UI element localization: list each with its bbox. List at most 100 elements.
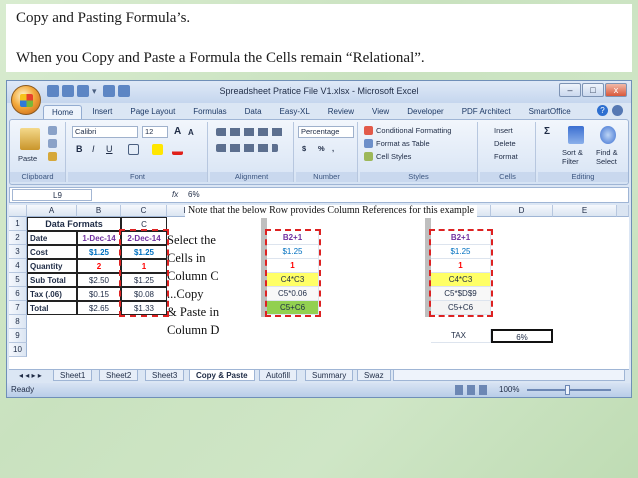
sort-filter-button[interactable]: Sort & Filter [562,148,590,166]
number-format-select[interactable]: Percentage [298,126,354,138]
col-header-right-e[interactable]: E [553,205,617,217]
paste-button[interactable]: Paste [18,154,37,163]
sheet-tab-2[interactable]: Sheet2 [99,370,139,381]
cell-a5[interactable]: Sub Total [27,273,77,287]
underline-button[interactable]: U [106,144,113,154]
cell-a3[interactable]: Cost [27,245,77,259]
sheet-tab-autofill[interactable]: Autofill [259,370,298,381]
instruction-line: & Paste in [167,305,220,319]
format-painter-icon[interactable] [48,152,57,161]
row-header-2[interactable]: 2 [9,231,27,245]
copy-selection-marquee [119,229,169,317]
font-size-select[interactable]: 12 [142,126,168,138]
copy-icon[interactable] [48,139,57,148]
cell-a6[interactable]: Tax (.06) [27,287,77,301]
horizontal-scrollbar[interactable] [393,370,625,381]
col-header-right-d[interactable]: D [491,205,553,217]
font-name-select[interactable]: Calibri [72,126,138,138]
sheet-tab-copy-paste[interactable]: Copy & Paste [189,370,255,381]
view-buttons-icon[interactable] [455,385,491,395]
align-text-icons[interactable] [216,144,278,152]
fill-color-icon[interactable] [152,144,163,155]
maximize-button[interactable]: □ [582,83,604,97]
currency-button[interactable]: $ [302,144,306,153]
cell-a7[interactable]: Total [27,301,77,315]
delete-button[interactable]: Delete [494,139,516,148]
cut-icon[interactable] [48,126,57,135]
col-header-b[interactable]: B [77,205,121,217]
tab-formulas[interactable]: Formulas [185,105,234,119]
cell-b2[interactable]: 1-Dec-14 [77,231,121,245]
shrink-font-button[interactable]: A [188,128,194,137]
row-header-6[interactable]: 6 [9,287,27,301]
select-all-corner[interactable] [9,205,27,217]
sheet-tabs: ◂ ◂ ▸ ▸ Sheet1 Sheet2 Sheet3 Copy & Past… [9,369,629,381]
tab-page-layout[interactable]: Page Layout [122,105,183,119]
conditional-formatting-button[interactable]: Conditional Formatting [376,126,451,135]
tab-home[interactable]: Home [43,105,83,119]
autosum-button[interactable]: Σ [544,126,550,137]
tab-view[interactable]: View [364,105,397,119]
tab-easy-xl[interactable]: Easy-XL [272,105,318,119]
cell-b7[interactable]: $2.65 [77,301,121,315]
col-header-c[interactable]: C [121,205,167,217]
row-header-10[interactable]: 10 [9,343,27,357]
italic-button[interactable]: I [92,144,95,154]
row-header-8[interactable]: 8 [9,315,27,329]
sheet-tab-3[interactable]: Sheet3 [145,370,185,381]
cell-data-formats[interactable]: Data Formats [27,217,121,231]
zoom-slider-thumb[interactable] [565,385,570,395]
name-box[interactable]: L9 [12,189,92,201]
cell-b5[interactable]: $2.50 [77,273,121,287]
font-color-icon[interactable] [172,144,183,155]
cell-a2[interactable]: Date [27,231,77,245]
sheet-tab-1[interactable]: Sheet1 [53,370,93,381]
align-top-icons[interactable] [216,128,286,136]
row-header-3[interactable]: 3 [9,245,27,259]
format-as-table-button[interactable]: Format as Table [376,139,430,148]
cell-styles-button[interactable]: Cell Styles [376,152,411,161]
tab-insert[interactable]: Insert [84,105,120,119]
fx-icon[interactable]: fx [172,190,178,199]
col-header-a[interactable]: A [27,205,77,217]
tab-review[interactable]: Review [320,105,362,119]
minimize-button[interactable]: – [559,83,581,97]
find-select-button[interactable]: Find & Select [596,148,626,166]
cell-b3[interactable]: $1.25 [77,245,121,259]
ribbon: Paste Clipboard Calibri 12 A A B I U Fon… [9,119,629,185]
help-icon[interactable]: ? [597,105,608,116]
row-header-5[interactable]: 5 [9,273,27,287]
sheet-nav-arrows-icon[interactable]: ◂ ◂ ▸ ▸ [13,370,48,381]
cell-tax-value[interactable]: 6% [491,329,553,343]
ribbon-minimize-icon[interactable] [612,105,623,116]
row-header-9[interactable]: 9 [9,329,27,343]
cell-a4[interactable]: Quantity [27,259,77,273]
row-header-4[interactable]: 4 [9,259,27,273]
cell-b4[interactable]: 2 [77,259,121,273]
insert-button[interactable]: Insert [494,126,513,135]
tab-data[interactable]: Data [237,105,270,119]
close-button[interactable]: x [605,83,627,97]
bold-button[interactable]: B [76,144,83,154]
sheet-tab-swaz[interactable]: Swaz [357,370,391,381]
format-button[interactable]: Format [494,152,518,161]
tab-pdf-architect[interactable]: PDF Architect [454,105,519,119]
tab-developer[interactable]: Developer [399,105,451,119]
paste-icon[interactable] [20,128,40,150]
formula-input[interactable]: 6% [188,190,200,199]
sheet-tab-summary[interactable]: Summary [305,370,354,381]
percent-button[interactable]: % [318,144,325,153]
office-button[interactable] [11,85,41,115]
cell-tax-label[interactable]: TAX [431,329,491,343]
vertical-scrollbar[interactable] [617,205,629,217]
row-header-7[interactable]: 7 [9,301,27,315]
tab-smartoffice[interactable]: SmartOffice [521,105,579,119]
cell-b6[interactable]: $0.15 [77,287,121,301]
comma-button[interactable]: , [332,144,334,153]
number-group: Percentage $ % , Number [296,122,358,182]
row-header-1[interactable]: 1 [9,217,27,231]
grow-font-button[interactable]: A [174,126,181,137]
borders-icon[interactable] [128,144,139,155]
cell-styles-icon [364,152,373,161]
cells-group: Insert Delete Format Cells [480,122,536,182]
